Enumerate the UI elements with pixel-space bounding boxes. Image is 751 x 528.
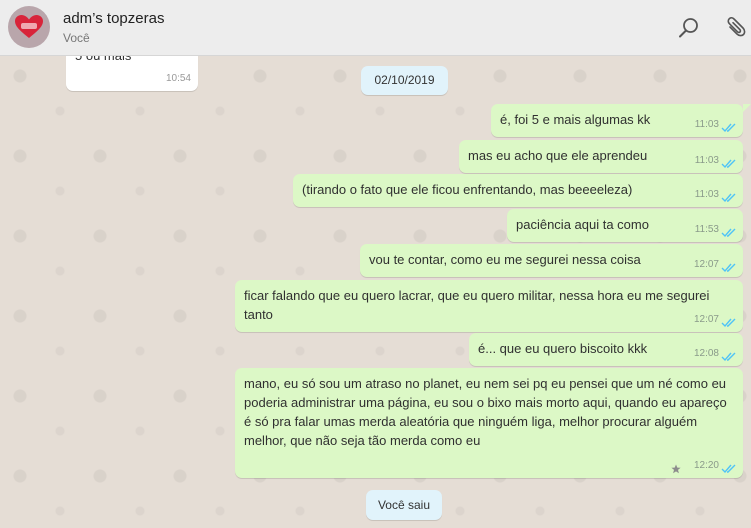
message-bubble-outgoing[interactable]: vou te contar, como eu me segurei nessa …	[360, 244, 743, 277]
chat-subtitle: Você	[63, 31, 90, 45]
starred-icon	[671, 464, 681, 474]
message-bubble-outgoing[interactable]: é... que eu quero biscoito kkk 12:08	[469, 333, 743, 366]
message-bubble-outgoing[interactable]: é, foi 5 e mais algumas kk 11:03	[491, 104, 743, 137]
read-ticks-icon	[721, 263, 736, 273]
message-time: 12:07	[693, 314, 719, 325]
search-icon[interactable]	[676, 15, 702, 41]
message-bubble-outgoing[interactable]: paciência aqui ta como 11:53	[507, 209, 743, 242]
read-ticks-icon	[721, 123, 736, 133]
message-time: 11:03	[694, 189, 719, 200]
chat-title[interactable]: adm’s topzeras	[63, 10, 164, 27]
message-time: 11:53	[694, 224, 719, 235]
message-text: é, foi 5 e mais algumas kk	[500, 112, 651, 127]
message-text: ficar falando que eu quero lacrar, que e…	[244, 288, 710, 322]
system-message: Você saiu	[366, 490, 442, 520]
message-text: vou te contar, como eu me segurei nessa …	[369, 252, 641, 267]
message-bubble-outgoing[interactable]: mas eu acho que ele aprendeu 11:03	[459, 140, 743, 173]
read-ticks-icon	[721, 159, 736, 169]
message-bubble-outgoing[interactable]: mano, eu só sou um atraso no planet, eu …	[235, 368, 743, 478]
read-ticks-icon	[721, 228, 736, 238]
attach-icon[interactable]	[722, 15, 748, 41]
message-time: 12:08	[693, 348, 719, 359]
read-ticks-icon	[721, 352, 736, 362]
message-area[interactable]: 5 ou mais 10:54 02/10/2019 é, foi 5 e ma…	[0, 56, 751, 528]
heart-logo-icon	[15, 15, 43, 38]
message-text: (tirando o fato que ele ficou enfrentand…	[302, 182, 633, 197]
message-bubble-incoming[interactable]: 5 ou mais 10:54	[66, 56, 198, 91]
message-time: 11:03	[694, 155, 719, 166]
message-time: 10:54	[165, 73, 191, 84]
read-ticks-icon	[721, 318, 736, 328]
message-bubble-outgoing[interactable]: ficar falando que eu quero lacrar, que e…	[235, 280, 743, 332]
read-ticks-icon	[721, 193, 736, 203]
message-text: é... que eu quero biscoito kkk	[478, 341, 648, 356]
message-text: mas eu acho que ele aprendeu	[468, 148, 648, 163]
group-avatar[interactable]	[8, 6, 50, 48]
message-text: 5 ou mais	[75, 56, 131, 65]
message-text: paciência aqui ta como	[516, 217, 649, 232]
chat-header: adm’s topzeras Você	[0, 0, 751, 56]
message-time: 11:03	[694, 119, 719, 130]
message-bubble-outgoing[interactable]: (tirando o fato que ele ficou enfrentand…	[293, 174, 743, 207]
message-time: 12:20	[693, 460, 719, 471]
message-text: mano, eu só sou um atraso no planet, eu …	[244, 376, 727, 448]
bubble-tail	[743, 104, 751, 112]
read-ticks-icon	[721, 464, 736, 474]
date-divider: 02/10/2019	[361, 66, 448, 95]
message-time: 12:07	[693, 259, 719, 270]
